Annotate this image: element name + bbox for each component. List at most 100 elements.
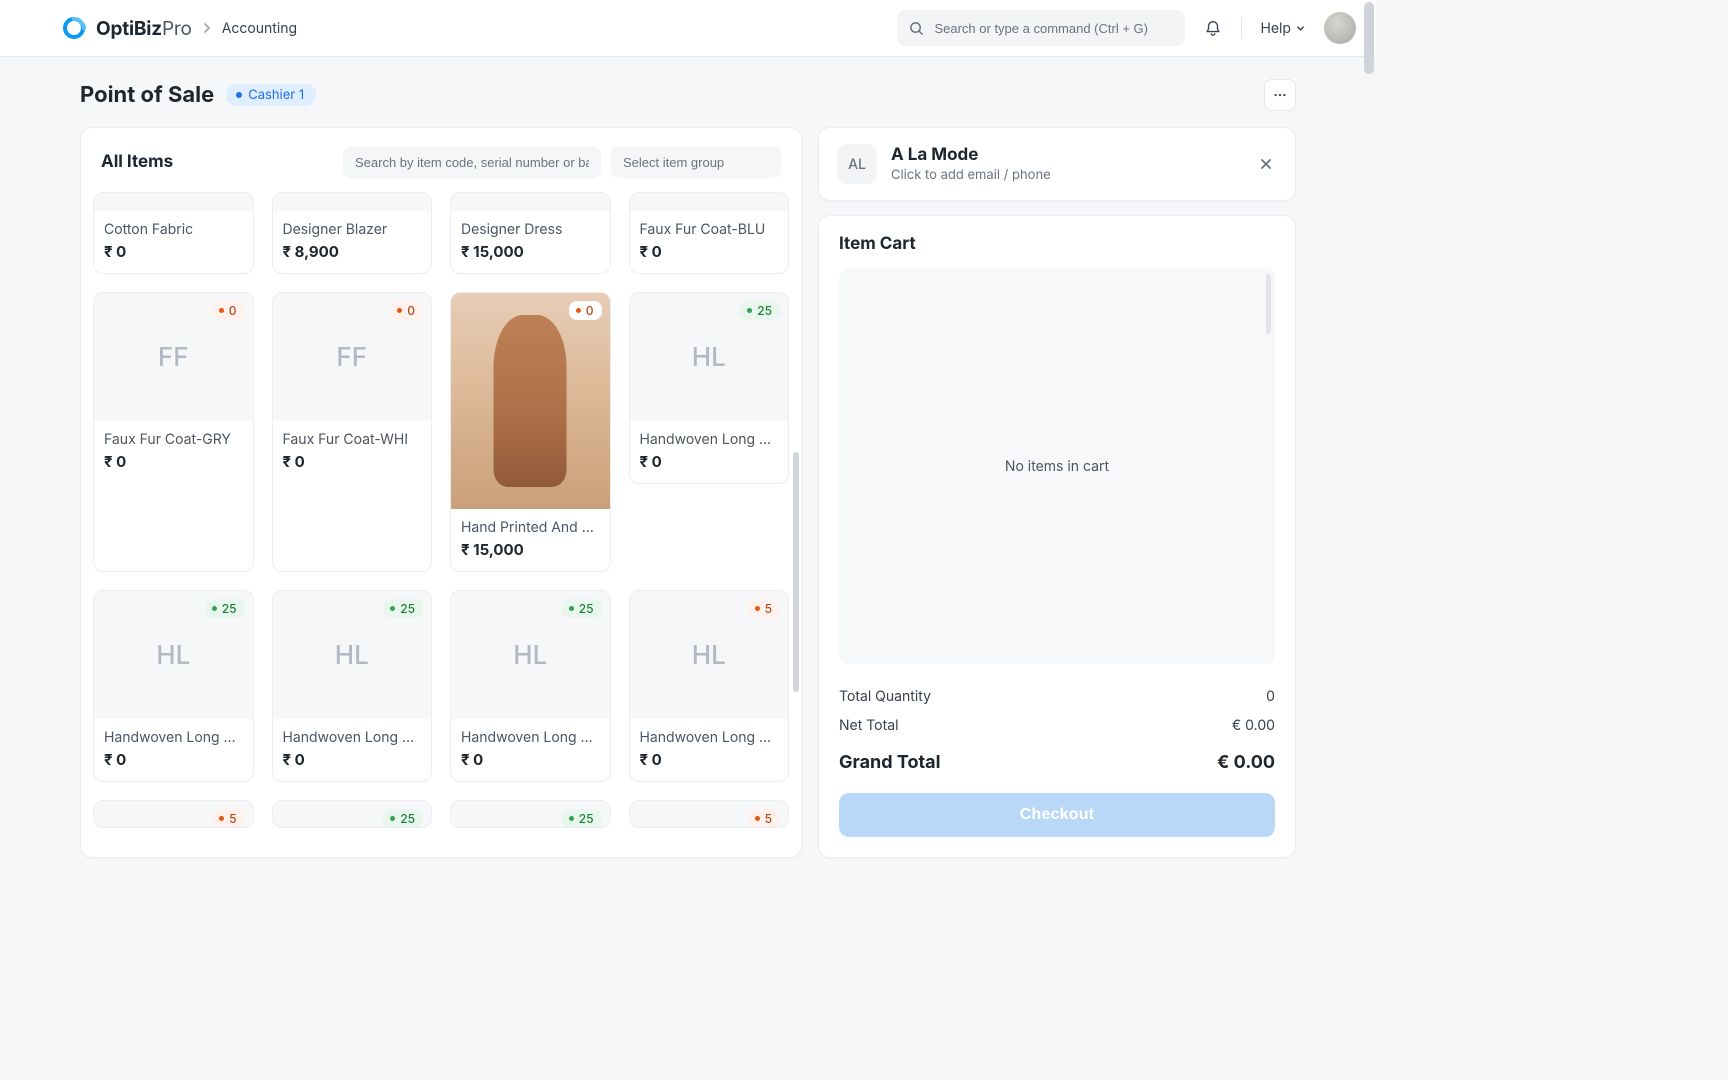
item-abbr: HL bbox=[513, 640, 547, 671]
stock-badge: 25 bbox=[562, 599, 602, 618]
item-price: ₹ 0 bbox=[104, 750, 243, 769]
cart-scrollbar[interactable] bbox=[1266, 274, 1271, 334]
search-icon bbox=[909, 21, 924, 36]
item-name: Faux Fur Coat-BLU bbox=[640, 221, 779, 238]
customer-name: A La Mode bbox=[891, 145, 1051, 165]
ellipsis-icon bbox=[1273, 88, 1287, 102]
item-card[interactable]: HL25Handwoven Long Kur…₹ 0 bbox=[272, 590, 433, 782]
stock-badge: 25 bbox=[205, 599, 245, 618]
items-grid: Cotton Fabric₹ 0 Designer Blazer₹ 8,900 … bbox=[81, 192, 801, 840]
stock-badge: 25 bbox=[740, 301, 780, 320]
stock-badge: 0 bbox=[569, 301, 602, 320]
help-menu[interactable]: Help bbox=[1260, 20, 1306, 37]
cart-title: Item Cart bbox=[839, 234, 1275, 254]
item-name: Designer Blazer bbox=[283, 221, 422, 238]
brand-mark-icon bbox=[60, 14, 88, 42]
stock-badge: 5 bbox=[212, 809, 244, 828]
item-price: ₹ 15,000 bbox=[461, 540, 600, 559]
item-card[interactable]: FF 0 Faux Fur Coat-WHI₹ 0 bbox=[272, 292, 433, 572]
stock-badge: 0 bbox=[212, 301, 245, 320]
help-label: Help bbox=[1260, 20, 1291, 37]
global-search[interactable] bbox=[897, 10, 1185, 46]
item-card[interactable]: FF 0 Faux Fur Coat-GRY ₹ 0 bbox=[93, 292, 254, 572]
item-card[interactable]: Designer Dress₹ 15,000 bbox=[450, 192, 611, 274]
item-card[interactable]: 25 bbox=[272, 800, 433, 828]
cart-panel: Item Cart No items in cart Total Quantit… bbox=[818, 215, 1296, 858]
cart-body: No items in cart bbox=[839, 268, 1275, 664]
global-search-input[interactable] bbox=[934, 21, 1173, 36]
item-abbr: HL bbox=[692, 342, 726, 373]
stock-badge: 25 bbox=[383, 599, 423, 618]
item-name: Handwoven Long Kur… bbox=[640, 729, 779, 746]
checkout-button[interactable]: Checkout bbox=[839, 793, 1275, 837]
item-abbr: FF bbox=[158, 342, 189, 373]
item-card[interactable]: 5 bbox=[629, 800, 790, 828]
item-name: Cotton Fabric bbox=[104, 221, 243, 238]
item-card[interactable]: 25 bbox=[450, 800, 611, 828]
item-image bbox=[451, 293, 610, 509]
brand-name: OptiBizPro bbox=[96, 17, 192, 40]
page-scrollbar[interactable] bbox=[1364, 2, 1374, 74]
item-card[interactable]: HL5Handwoven Long Kur…₹ 0 bbox=[629, 590, 790, 782]
chevron-down-icon bbox=[1295, 23, 1306, 34]
item-card[interactable]: HL 25 Handwoven Long Kur… ₹ 0 bbox=[450, 590, 611, 782]
item-card[interactable]: HL 25 Handwoven Long Kur…₹ 0 bbox=[629, 292, 790, 484]
item-price: ₹ 0 bbox=[104, 452, 243, 471]
item-name: Hand Printed And C… bbox=[461, 519, 600, 536]
items-scrollbar[interactable] bbox=[793, 452, 799, 692]
breadcrumb-accounting[interactable]: Accounting bbox=[222, 20, 297, 37]
page-header: Point of Sale Cashier 1 bbox=[0, 57, 1376, 111]
close-icon bbox=[1259, 157, 1273, 171]
more-menu-button[interactable] bbox=[1264, 79, 1296, 111]
notifications-button[interactable] bbox=[1203, 18, 1223, 38]
item-price: ₹ 0 bbox=[640, 750, 779, 769]
item-name: Faux Fur Coat-GRY bbox=[104, 431, 243, 448]
item-card[interactable]: Cotton Fabric₹ 0 bbox=[93, 192, 254, 274]
item-card[interactable]: 0 Hand Printed And C… ₹ 15,000 bbox=[450, 292, 611, 572]
item-name: Faux Fur Coat-WHI bbox=[283, 431, 422, 448]
net-total-row: Net Total € 0.00 bbox=[839, 711, 1275, 740]
stock-badge: 5 bbox=[748, 809, 780, 828]
navbar-divider bbox=[1241, 18, 1242, 38]
item-card[interactable]: Faux Fur Coat-BLU ₹ 0 bbox=[629, 192, 790, 274]
status-dot-icon bbox=[236, 92, 242, 98]
item-price: ₹ 0 bbox=[283, 750, 422, 769]
item-price: ₹ 8,900 bbox=[283, 242, 422, 261]
user-avatar[interactable] bbox=[1324, 12, 1356, 44]
item-name: Handwoven Long Kur… bbox=[104, 729, 243, 746]
brand-logo[interactable]: OptiBizPro bbox=[60, 14, 192, 42]
grand-total-row: Grand Total € 0.00 bbox=[839, 740, 1275, 779]
item-abbr: HL bbox=[156, 640, 190, 671]
item-group-select[interactable] bbox=[611, 146, 781, 178]
item-price: ₹ 0 bbox=[461, 750, 600, 769]
stock-badge: 0 bbox=[390, 301, 423, 320]
item-abbr: FF bbox=[336, 342, 367, 373]
stock-badge: 25 bbox=[562, 809, 602, 828]
total-qty-value: 0 bbox=[1266, 688, 1275, 705]
item-card[interactable]: HL 25 Handwoven Long Kur… ₹ 0 bbox=[93, 590, 254, 782]
stock-badge: 5 bbox=[748, 599, 780, 618]
item-card[interactable]: Designer Blazer ₹ 8,900 bbox=[272, 192, 433, 274]
pos-profile-label: Cashier 1 bbox=[248, 87, 304, 103]
item-name: Handwoven Long Kur… bbox=[461, 729, 600, 746]
pos-profile-badge[interactable]: Cashier 1 bbox=[226, 84, 316, 106]
customer-initials: AL bbox=[837, 144, 877, 184]
items-panel: All Items Cotton Fabric₹ 0 Designer Blaz… bbox=[80, 127, 802, 858]
item-price: ₹ 0 bbox=[640, 452, 779, 471]
grand-total-label: Grand Total bbox=[839, 752, 941, 773]
total-qty-label: Total Quantity bbox=[839, 688, 931, 705]
stock-badge: 25 bbox=[383, 809, 423, 828]
net-total-label: Net Total bbox=[839, 717, 898, 734]
item-price: ₹ 0 bbox=[640, 242, 779, 261]
clear-customer-button[interactable] bbox=[1255, 153, 1277, 175]
customer-info[interactable]: A La Mode Click to add email / phone bbox=[891, 145, 1051, 183]
item-card[interactable]: 5 bbox=[93, 800, 254, 828]
customer-panel: AL A La Mode Click to add email / phone bbox=[818, 127, 1296, 201]
item-price: ₹ 15,000 bbox=[461, 242, 600, 261]
item-name: Handwoven Long Kur… bbox=[283, 729, 422, 746]
grand-total-value: € 0.00 bbox=[1217, 752, 1275, 773]
navbar: OptiBizPro Accounting Help bbox=[0, 0, 1376, 57]
item-search-input[interactable] bbox=[343, 146, 601, 178]
customer-subtext: Click to add email / phone bbox=[891, 167, 1051, 183]
page-title: Point of Sale bbox=[80, 82, 214, 108]
